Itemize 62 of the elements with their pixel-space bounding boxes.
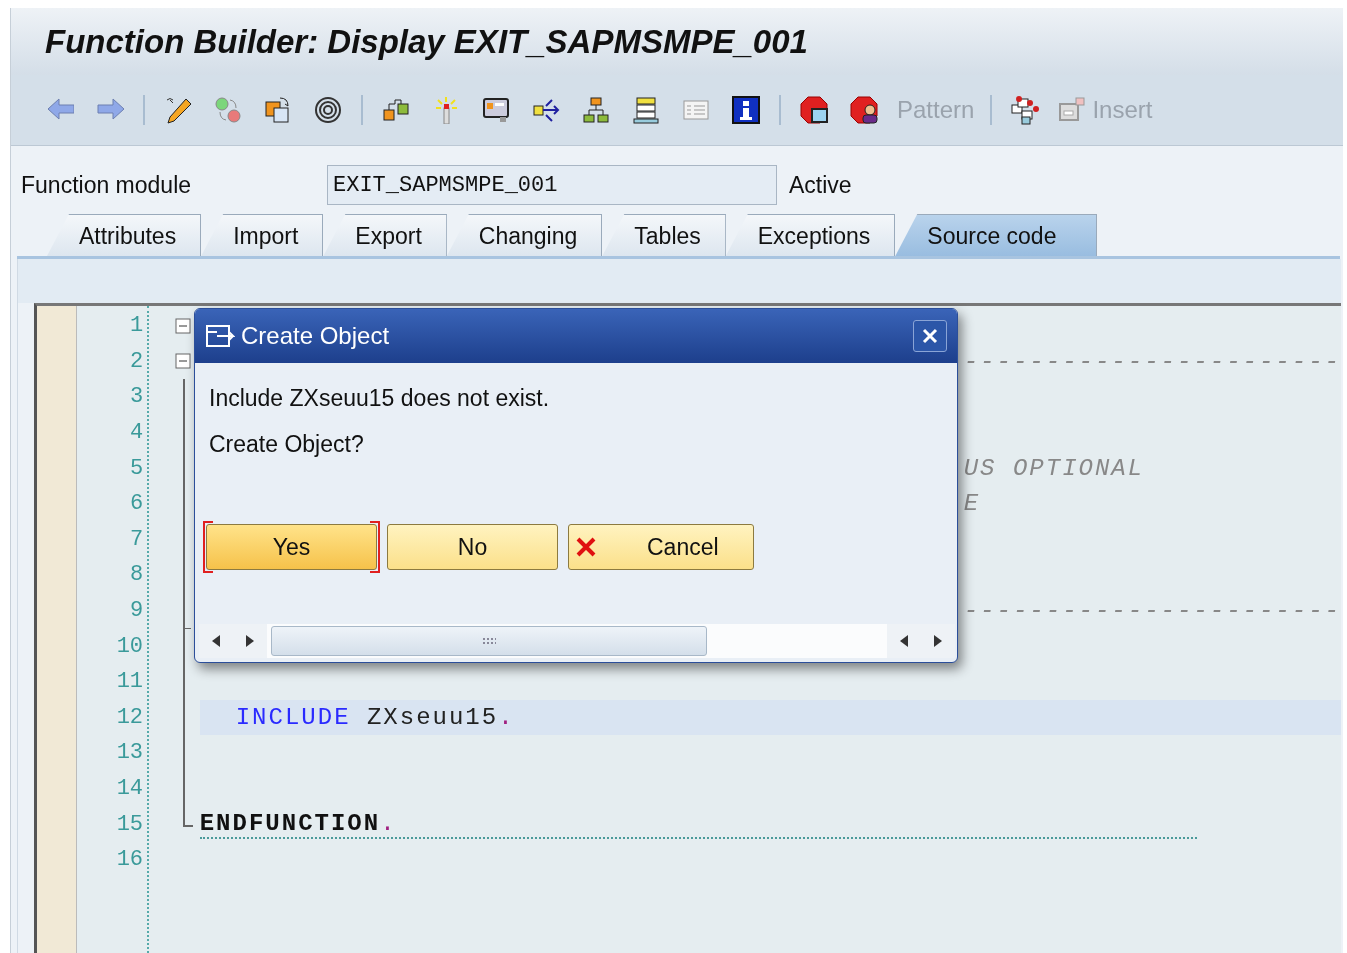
function-module-field[interactable]: EXIT_SAPMSMPE_001	[327, 165, 777, 205]
code-line: E	[963, 490, 981, 518]
stop-sign-icon[interactable]	[800, 96, 828, 124]
code-line: -----------------------	[963, 347, 1341, 375]
monitor-icon[interactable]	[482, 96, 510, 124]
edit-window-icon	[205, 323, 235, 349]
copy-icon[interactable]	[264, 96, 292, 124]
line-number: 16	[116, 847, 144, 873]
scroll-right-icon[interactable]	[932, 634, 944, 648]
line-number: 5	[129, 455, 144, 481]
line-number: 8	[129, 562, 144, 588]
tab[interactable]: Import	[201, 214, 324, 256]
pencil-icon[interactable]	[164, 96, 192, 124]
line-number: 1	[129, 313, 144, 339]
line-number: 11	[116, 669, 144, 695]
line-number: 2	[129, 348, 144, 374]
no-button[interactable]: No	[387, 524, 558, 570]
code-line: ENDFUNCTION.	[199, 809, 1197, 839]
code-line: US OPTIONAL	[963, 454, 1145, 482]
line-number: 13	[116, 740, 144, 766]
line-number: 14	[116, 776, 144, 801]
message-text: Create Object?	[208, 431, 365, 459]
cross-icon	[575, 536, 597, 558]
collapse-icon[interactable]	[175, 353, 192, 370]
message-text: Include ZXseuu15 does not exist.	[208, 385, 551, 413]
org-chart-icon[interactable]	[582, 96, 610, 124]
tab[interactable]: Source code	[895, 214, 1098, 256]
tab[interactable]: Export	[323, 214, 447, 256]
dialog-title: Create Object	[241, 322, 391, 350]
close-icon	[921, 327, 939, 345]
stop-sign-person-icon[interactable]	[850, 96, 878, 124]
line-number: 10	[116, 633, 144, 659]
stack-icon[interactable]	[632, 96, 660, 124]
code-line: INCLUDE ZXseuu15.	[235, 703, 515, 731]
line-number: 6	[129, 491, 144, 517]
window-title: Function Builder: Display EXIT_SAPMSMPE_001	[45, 22, 808, 61]
scroll-left-icon[interactable]	[898, 634, 910, 648]
tab[interactable]: Tables	[602, 214, 726, 256]
collapse-icon[interactable]	[175, 317, 192, 334]
branch-arrows-icon[interactable]	[532, 96, 560, 124]
field-label: Function module	[20, 171, 193, 199]
line-number: 4	[129, 420, 144, 446]
window-corner-icon	[1058, 96, 1087, 124]
tab[interactable]: Changing	[446, 214, 603, 256]
line-number: 12	[116, 704, 144, 730]
yes-button[interactable]: Yes	[206, 524, 377, 570]
cancel-button[interactable]: Cancel	[568, 524, 754, 570]
line-number: 9	[129, 598, 144, 624]
status-text: Active	[789, 171, 852, 199]
line-number: 3	[129, 384, 144, 410]
hierarchy-icon[interactable]	[382, 96, 410, 124]
info-icon[interactable]	[732, 96, 760, 124]
scroll-right-icon[interactable]	[244, 634, 256, 648]
code-line: -----------------------	[963, 597, 1341, 625]
scroll-left-icon[interactable]	[210, 634, 222, 648]
tab[interactable]: Attributes	[47, 214, 202, 256]
stack-cluster-icon[interactable]	[1010, 95, 1041, 125]
scrollbar-thumb[interactable]	[271, 626, 707, 656]
tab[interactable]: Exceptions	[725, 214, 896, 256]
line-number: 15	[116, 811, 144, 837]
close-button[interactable]	[913, 320, 947, 352]
line-number: 7	[129, 526, 144, 552]
